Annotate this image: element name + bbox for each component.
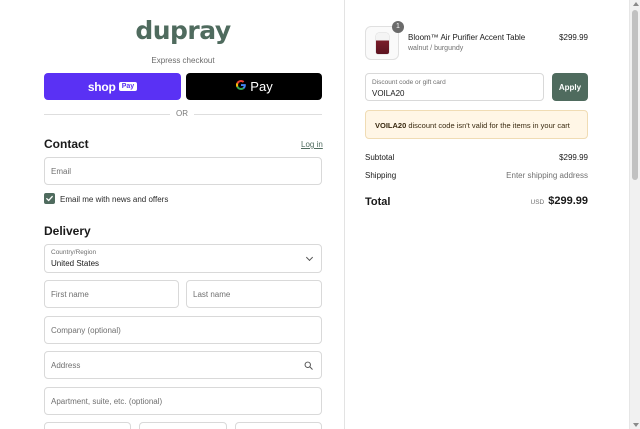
order-summary-panel — [345, 0, 629, 429]
or-divider-text: OR — [170, 109, 194, 118]
country-value: United States — [51, 259, 100, 268]
address-placeholder: Address — [51, 361, 81, 370]
first-name-field[interactable]: First name — [44, 280, 179, 308]
newsletter-label: Email me with news and offers — [60, 195, 169, 204]
last-name-placeholder: Last name — [193, 290, 231, 299]
newsletter-checkbox[interactable] — [44, 193, 55, 204]
company-placeholder: Company (optional) — [51, 326, 121, 335]
subtotal-label: Subtotal — [365, 153, 395, 162]
express-checkout-title: Express checkout — [151, 56, 215, 65]
delivery-heading: Delivery — [44, 224, 91, 238]
scrollbar-thumb[interactable] — [632, 10, 638, 180]
company-field[interactable]: Company (optional) — [44, 316, 322, 344]
search-icon[interactable] — [304, 361, 313, 370]
contact-heading: Contact — [44, 137, 89, 151]
discount-warning-text: VOILA20 discount code isn't valid for th… — [375, 121, 570, 130]
total-value: $299.99 — [548, 195, 588, 207]
product-name: Bloom™ Air Purifier Accent Table — [408, 33, 526, 42]
shop-pay-button[interactable]: shop Pay — [44, 73, 181, 100]
or-divider-left — [44, 114, 170, 115]
shop-pay-badge: Pay — [118, 82, 138, 91]
apply-discount-button[interactable]: Apply — [552, 73, 588, 101]
apartment-placeholder: Apartment, suite, etc. (optional) — [51, 397, 163, 406]
email-field[interactable]: Email — [44, 157, 322, 185]
country-label: Country/Region — [51, 249, 97, 256]
apartment-field[interactable]: Apartment, suite, etc. (optional) — [44, 387, 322, 415]
discount-warning-code: VOILA20 — [375, 121, 407, 130]
store-logo[interactable]: dupray — [0, 16, 366, 45]
product-variant: walnut / burgundy — [408, 45, 464, 52]
total-amount: USD $299.99 — [531, 195, 589, 207]
shipping-label: Shipping — [365, 171, 397, 180]
discount-code-value: VOILA20 — [372, 89, 405, 98]
or-divider-right — [194, 114, 322, 115]
discount-code-label: Discount code or gift card — [372, 79, 446, 86]
discount-warning-banner: VOILA20 discount code isn't valid for th… — [365, 110, 588, 139]
state-field[interactable] — [139, 422, 227, 429]
shipping-value: Enter shipping address — [506, 171, 588, 180]
address-field[interactable]: Address — [44, 351, 322, 379]
scroll-up-arrow-icon[interactable] — [633, 2, 639, 6]
last-name-field[interactable]: Last name — [186, 280, 322, 308]
discount-code-field[interactable]: Discount code or gift card VOILA20 — [365, 73, 544, 101]
total-currency: USD — [530, 199, 545, 206]
chevron-down-icon — [305, 253, 314, 262]
air-purifier-table-image — [376, 33, 389, 54]
zip-field[interactable] — [235, 422, 322, 429]
subtotal-value: $299.99 — [559, 153, 588, 162]
quantity-badge: 1 — [392, 21, 404, 33]
page-scrollbar[interactable] — [629, 0, 640, 429]
city-field[interactable] — [44, 422, 131, 429]
checkmark-icon — [46, 195, 53, 202]
google-g-icon — [235, 79, 247, 94]
login-link[interactable]: Log in — [301, 140, 323, 149]
country-select[interactable]: Country/Region United States — [44, 244, 322, 273]
total-label: Total — [365, 196, 391, 208]
shop-pay-wordmark: shop — [87, 79, 116, 94]
first-name-placeholder: First name — [51, 290, 89, 299]
email-placeholder: Email — [51, 167, 72, 176]
product-price: $299.99 — [559, 33, 588, 42]
discount-warning-message: discount code isn't valid for the items … — [406, 121, 570, 130]
scroll-down-arrow-icon[interactable] — [633, 423, 639, 427]
google-pay-button[interactable]: Pay — [186, 73, 322, 100]
google-pay-label: Pay — [250, 79, 273, 94]
